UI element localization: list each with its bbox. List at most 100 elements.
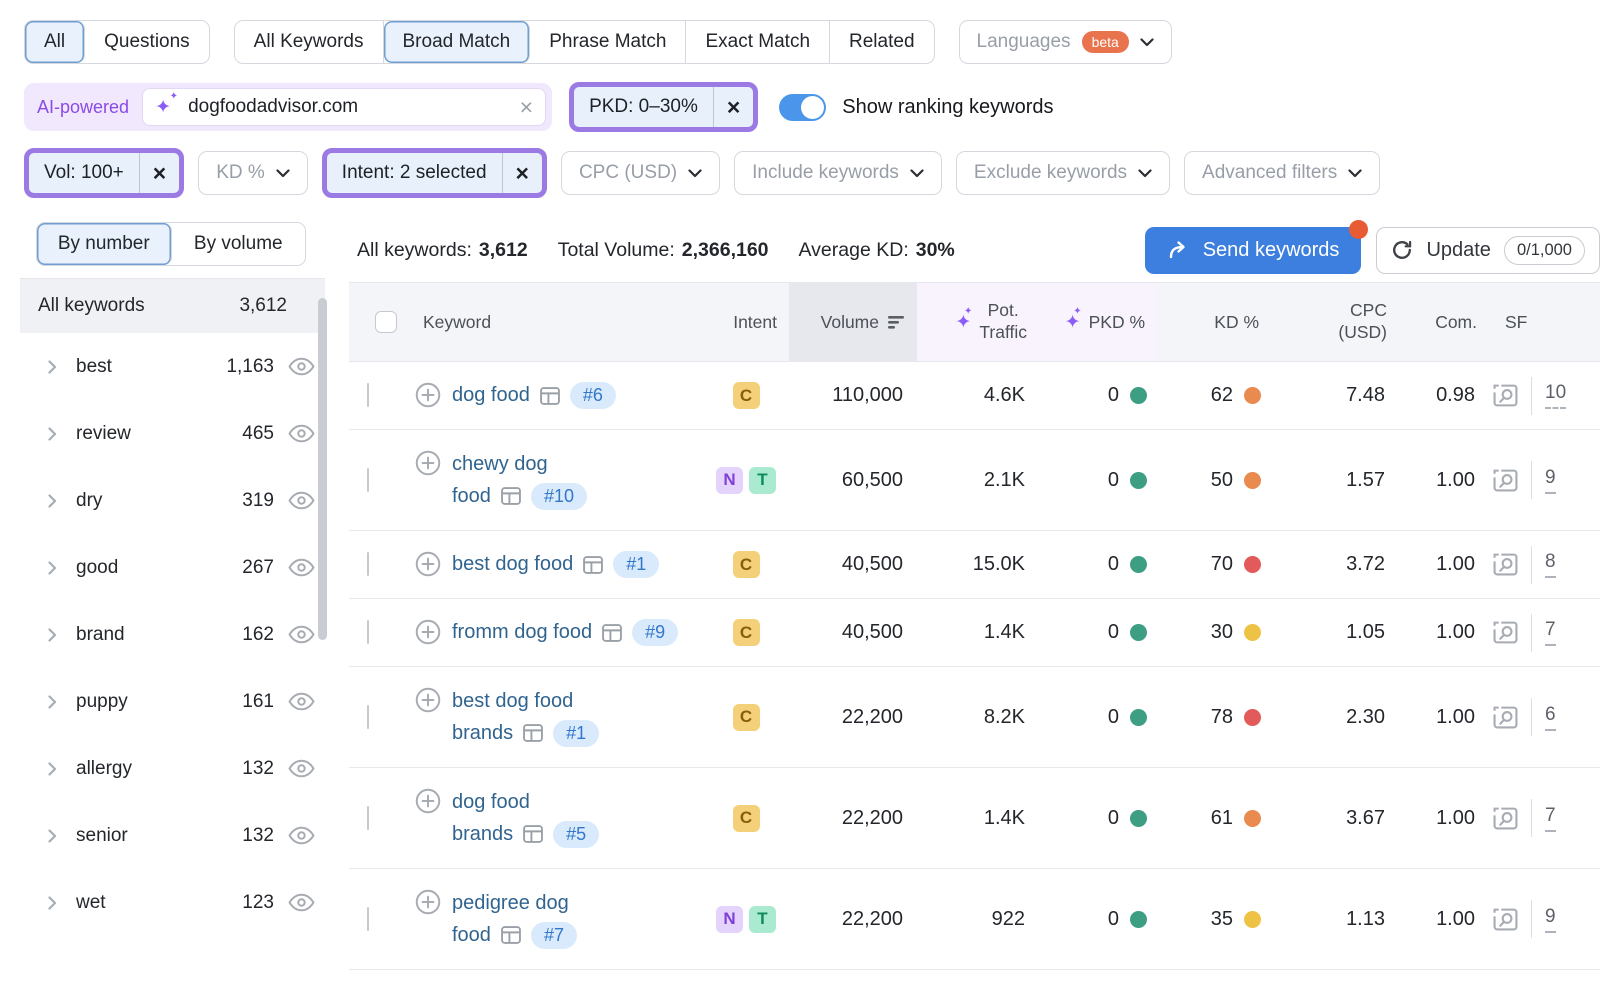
keyword-link[interactable]: pedigree dog	[452, 892, 569, 915]
sidebar-view-by-number[interactable]: By number	[37, 223, 172, 265]
add-keyword-icon[interactable]	[415, 788, 441, 814]
sidebar-group-dry[interactable]: dry319	[20, 467, 325, 534]
eye-icon[interactable]	[288, 491, 315, 510]
clear-search-icon[interactable]: ×	[520, 96, 533, 119]
filter-dropdown-advanced-filters[interactable]: Advanced filters	[1184, 151, 1380, 195]
add-keyword-icon[interactable]	[415, 450, 441, 476]
sidebar-group-allergy[interactable]: allergy132	[20, 735, 325, 802]
row-checkbox[interactable]	[367, 907, 369, 931]
column-cpc[interactable]: CPC(USD)	[1271, 283, 1399, 361]
keyword-link[interactable]: food	[452, 485, 491, 508]
serp-icon[interactable]	[583, 556, 603, 574]
position-badge[interactable]: #10	[531, 483, 587, 510]
filter-dropdown-include-keywords[interactable]: Include keywords	[734, 151, 942, 195]
keyword-link[interactable]: brands	[452, 823, 513, 846]
add-keyword-icon[interactable]	[415, 619, 441, 645]
row-checkbox[interactable]	[367, 552, 369, 576]
update-button[interactable]: Update 0/1,000	[1376, 227, 1600, 274]
sidebar-group-wet[interactable]: wet123	[20, 869, 325, 936]
eye-icon[interactable]	[288, 625, 315, 644]
sidebar-group-review[interactable]: review465	[20, 400, 325, 467]
column-intent[interactable]: Intent	[703, 283, 789, 361]
show-ranking-keywords-toggle[interactable]	[779, 94, 826, 121]
chevron-right-icon[interactable]	[48, 829, 57, 843]
tab-exact-match[interactable]: Exact Match	[686, 21, 830, 63]
filter-dropdown-kd[interactable]: KD %	[198, 151, 308, 195]
filter-dropdown-cpc-usd[interactable]: CPC (USD)	[561, 151, 720, 195]
tab-all[interactable]: All	[25, 21, 85, 63]
row-checkbox[interactable]	[367, 806, 369, 830]
sf-count[interactable]: 9	[1545, 467, 1556, 494]
eye-icon[interactable]	[288, 357, 315, 376]
keyword-link[interactable]: dog food	[452, 384, 530, 407]
sf-count[interactable]: 10	[1545, 382, 1566, 409]
remove-filter-icon[interactable]: ×	[503, 153, 542, 193]
sf-count[interactable]: 9	[1545, 906, 1556, 933]
chevron-right-icon[interactable]	[48, 896, 57, 910]
remove-filter-icon[interactable]: ×	[140, 153, 179, 193]
chevron-right-icon[interactable]	[48, 628, 57, 642]
column-volume[interactable]: Volume	[789, 283, 917, 361]
chevron-right-icon[interactable]	[48, 360, 57, 374]
sidebar-group-brand[interactable]: brand162	[20, 601, 325, 668]
add-keyword-icon[interactable]	[415, 382, 441, 408]
sf-count[interactable]: 8	[1545, 551, 1556, 578]
tab-related[interactable]: Related	[830, 21, 934, 63]
remove-pkd-filter-icon[interactable]: ×	[714, 87, 753, 127]
serp-icon[interactable]	[523, 825, 543, 843]
send-keywords-button[interactable]: Send keywords	[1145, 227, 1362, 274]
serp-preview-icon[interactable]	[1493, 807, 1518, 830]
sidebar-group-good[interactable]: good267	[20, 534, 325, 601]
row-checkbox[interactable]	[367, 468, 369, 492]
search-input[interactable]: ✦ dogfoodadvisor.com ×	[142, 88, 546, 126]
select-all-checkbox[interactable]	[375, 311, 397, 333]
chevron-right-icon[interactable]	[48, 561, 57, 575]
chevron-right-icon[interactable]	[48, 695, 57, 709]
sidebar-group-puppy[interactable]: puppy161	[20, 668, 325, 735]
sidebar-scrollbar[interactable]	[318, 298, 327, 640]
keyword-link[interactable]: brands	[452, 722, 513, 745]
tab-questions[interactable]: Questions	[85, 21, 209, 63]
filter-chip-intent-2-selected[interactable]: Intent: 2 selected×	[327, 153, 542, 193]
eye-icon[interactable]	[288, 759, 315, 778]
tab-all-keywords[interactable]: All Keywords	[235, 21, 384, 63]
serp-icon[interactable]	[523, 724, 543, 742]
column-pkd[interactable]: ✦ PKD %	[1039, 283, 1157, 361]
tab-broad-match[interactable]: Broad Match	[384, 21, 531, 63]
sidebar-group-best[interactable]: best1,163	[20, 333, 325, 400]
all-keywords-group-row[interactable]: All keywords 3,612	[20, 278, 325, 333]
chevron-right-icon[interactable]	[48, 762, 57, 776]
position-badge[interactable]: #7	[531, 922, 577, 949]
add-keyword-icon[interactable]	[415, 551, 441, 577]
eye-icon[interactable]	[288, 558, 315, 577]
sf-count[interactable]: 6	[1545, 704, 1556, 731]
chevron-right-icon[interactable]	[48, 494, 57, 508]
serp-preview-icon[interactable]	[1493, 621, 1518, 644]
serp-icon[interactable]	[602, 624, 622, 642]
sidebar-view-by-volume[interactable]: By volume	[172, 223, 306, 265]
column-com[interactable]: Com.	[1399, 283, 1489, 361]
serp-icon[interactable]	[501, 926, 521, 944]
sf-count[interactable]: 7	[1545, 805, 1556, 832]
eye-icon[interactable]	[288, 826, 315, 845]
eye-icon[interactable]	[288, 424, 315, 443]
add-keyword-icon[interactable]	[415, 687, 441, 713]
tab-phrase-match[interactable]: Phrase Match	[530, 21, 686, 63]
keyword-link[interactable]: best dog food	[452, 553, 573, 576]
filter-chip-vol-100[interactable]: Vol: 100+×	[29, 153, 179, 193]
position-badge[interactable]: #5	[553, 821, 599, 848]
column-kd[interactable]: KD %	[1157, 283, 1271, 361]
sf-count[interactable]: 7	[1545, 619, 1556, 646]
column-potential-traffic[interactable]: ✦ Pot.Traffic	[917, 283, 1039, 361]
chevron-right-icon[interactable]	[48, 427, 57, 441]
row-checkbox[interactable]	[367, 705, 369, 729]
serp-preview-icon[interactable]	[1493, 469, 1518, 492]
row-checkbox[interactable]	[367, 383, 369, 407]
position-badge[interactable]: #6	[570, 382, 616, 409]
eye-icon[interactable]	[288, 893, 315, 912]
eye-icon[interactable]	[288, 692, 315, 711]
serp-icon[interactable]	[501, 487, 521, 505]
serp-preview-icon[interactable]	[1493, 553, 1518, 576]
serp-preview-icon[interactable]	[1493, 384, 1518, 407]
serp-icon[interactable]	[540, 387, 560, 405]
